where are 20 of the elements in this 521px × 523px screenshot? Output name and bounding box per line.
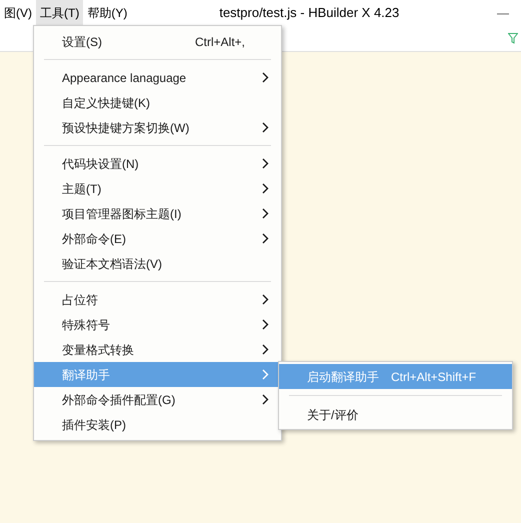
menu-item[interactable]: 主题(T)	[34, 176, 281, 201]
menu-item[interactable]: 关于/评价	[279, 402, 512, 427]
minimize-button[interactable]: —	[497, 4, 509, 22]
menu-item[interactable]: Appearance lanaguage	[34, 65, 281, 90]
menu-item[interactable]: 特殊符号	[34, 312, 281, 337]
menu-item[interactable]: 验证本文档语法(V)	[34, 251, 281, 276]
menubar-item[interactable]: 图(V)	[0, 0, 36, 25]
menubar-item[interactable]: 工具(T)	[36, 0, 84, 25]
menu-item[interactable]: 变量格式转换	[34, 337, 281, 362]
window-title: testpro/test.js - HBuilder X 4.23	[219, 4, 400, 22]
menu-item[interactable]: 插件安装(P)	[34, 412, 281, 437]
menu-item[interactable]: 自定义快捷键(K)	[34, 90, 281, 115]
menu-item[interactable]: 预设快捷键方案切换(W)	[34, 115, 281, 140]
filter-icon[interactable]	[508, 32, 518, 44]
menu-item[interactable]: 外部命令(E)	[34, 226, 281, 251]
menu-item[interactable]: 代码块设置(N)	[34, 151, 281, 176]
menu-item[interactable]: 项目管理器图标主题(I)	[34, 201, 281, 226]
menubar-item[interactable]: 帮助(Y)	[83, 0, 132, 25]
menu-item[interactable]: 外部命令插件配置(G)	[34, 387, 281, 412]
menu-item[interactable]: 占位符	[34, 287, 281, 312]
